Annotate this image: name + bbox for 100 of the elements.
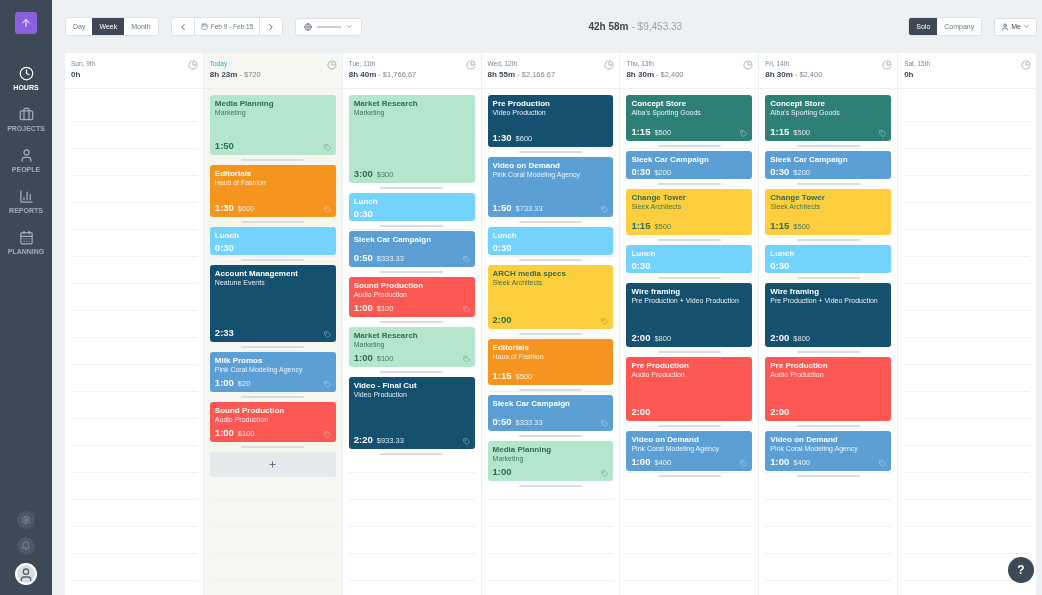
tag-icon [462, 438, 470, 445]
entry-duration: 0:30 [631, 260, 651, 271]
tag-icon [740, 460, 748, 467]
tag-icon [879, 130, 887, 137]
entry-duration: 1:00 [631, 456, 651, 467]
entry-duration: 1:00 [214, 377, 234, 389]
tag-icon [323, 431, 331, 439]
day-hours: 8h 40m [348, 70, 377, 79]
clock-icon [18, 66, 34, 81]
entry-duration: 2:33 [214, 327, 234, 339]
tag-icon [601, 470, 609, 477]
notifications-button[interactable] [17, 537, 35, 555]
entry-title: Lunch [770, 249, 796, 258]
tag-icon [879, 460, 887, 467]
tag-icon [601, 318, 609, 325]
entry-title: Pre Production [770, 361, 829, 370]
pie-chart-icon[interactable] [187, 60, 198, 70]
tag-icon [462, 356, 470, 363]
tag-icon [601, 206, 609, 213]
entry-title: Account Management [214, 269, 299, 278]
entry-title: Sound Production [214, 406, 286, 416]
day-hours: 0h [71, 70, 81, 79]
entry-title: Video on Demand [631, 435, 700, 444]
entry-duration: 3:00 [353, 168, 373, 179]
entry-title: Change Tower [631, 193, 687, 202]
entry-title: Video on Demand [770, 435, 839, 444]
bar-chart-icon [18, 189, 34, 204]
entry-duration: 1:30 [492, 132, 512, 143]
day-hours: 8h 30m [765, 70, 793, 79]
entry-title: Video on Demand [492, 161, 561, 170]
entry-duration: 1:15 [770, 220, 790, 231]
entry-duration: 1:15 [631, 126, 651, 137]
pie-chart-icon[interactable] [326, 60, 337, 70]
entry-title: Lunch [353, 197, 379, 206]
tag-icon [323, 381, 331, 389]
tag-icon [323, 144, 331, 151]
entry-duration: 1:15 [770, 126, 790, 137]
entry-title: Media Planning [214, 99, 275, 108]
entry-duration: 0:30 [770, 260, 790, 271]
entry-title: Sleek Car Campaign [770, 155, 849, 164]
pie-chart-icon[interactable] [1021, 60, 1031, 70]
entry-duration: 1:50 [214, 140, 234, 151]
tag-icon [323, 206, 331, 213]
gear-icon [21, 515, 31, 525]
entry-duration: 0:30 [770, 166, 790, 177]
total-amount: - $9,453.33 [631, 21, 683, 32]
entry-duration: 1:00 [770, 456, 790, 467]
pie-chart-icon[interactable] [604, 60, 615, 70]
person-icon [1001, 22, 1010, 31]
entry-duration: 2:20 [353, 434, 373, 445]
person-icon [18, 148, 34, 163]
total-hours: 42h 58m [588, 21, 629, 32]
add-entry-button[interactable] [209, 452, 336, 478]
entry-duration: 1:00 [214, 427, 234, 439]
pie-chart-icon[interactable] [465, 60, 476, 70]
entry-duration: 1:30 [214, 202, 234, 213]
entry-title: Lunch [492, 231, 518, 240]
entry-title: Video - Final Cut [353, 381, 418, 390]
pie-chart-icon[interactable] [882, 60, 893, 70]
entry-duration: 1:00 [353, 302, 373, 313]
logo-icon[interactable] [15, 12, 37, 34]
filter-dropdown[interactable] [295, 17, 363, 36]
entry-title: Pre Production [492, 99, 551, 108]
entry-title: Market Research [353, 99, 419, 108]
entry-duration: 0:50 [492, 416, 512, 427]
entry-duration: 0:30 [353, 208, 373, 219]
entry-duration: 1:00 [492, 466, 512, 477]
entry-title: Editorials [214, 169, 253, 178]
day-hours: 8h 30m [626, 70, 654, 79]
entry-duration: 0:30 [492, 242, 512, 253]
entry-duration: 0:30 [214, 242, 234, 253]
tag-icon [323, 331, 331, 339]
entry-title: Concept Store [631, 99, 688, 108]
entry-duration: 1:00 [353, 352, 373, 363]
entry-duration: 2:00 [770, 332, 790, 343]
entry-duration: 1:15 [492, 370, 512, 381]
entry-title: Lunch [631, 249, 657, 258]
briefcase-icon [18, 107, 34, 122]
day-hours: 8h 23m [209, 70, 238, 79]
plus-icon [268, 460, 278, 470]
entry-title: Sound Production [353, 281, 425, 290]
tag-icon [601, 420, 609, 427]
avatar[interactable] [15, 563, 37, 585]
entry-duration: 2:00 [492, 314, 512, 325]
tag-icon [462, 306, 470, 313]
day-hours: 0h [904, 70, 914, 79]
entry-title: Lunch [214, 231, 240, 240]
pie-chart-icon[interactable] [743, 60, 754, 70]
person-silhouette-icon [18, 567, 34, 583]
entry-duration: 0:50 [353, 252, 373, 263]
bell-icon [21, 541, 31, 551]
entry-duration: 0:30 [631, 166, 651, 177]
entry-title: Milk Promos [214, 356, 264, 366]
entry-title: Editorials [492, 343, 530, 352]
entry-duration: 2:00 [631, 332, 651, 343]
settings-button[interactable] [17, 511, 35, 529]
entry-title: ARCH media specs [492, 269, 567, 278]
tag-icon [740, 130, 748, 137]
caret-icon [346, 23, 354, 30]
tag-icon [462, 256, 470, 263]
